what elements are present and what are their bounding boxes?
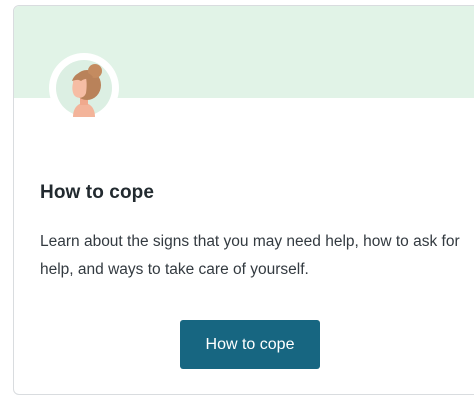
resource-card: How to cope Learn about the signs that y…: [13, 5, 474, 395]
card-description: Learn about the signs that you may need …: [40, 233, 460, 278]
woman-with-bun-icon: [56, 60, 112, 117]
how-to-cope-button[interactable]: How to cope: [180, 320, 320, 369]
avatar: [49, 53, 119, 123]
card-title: How to cope: [40, 182, 155, 203]
